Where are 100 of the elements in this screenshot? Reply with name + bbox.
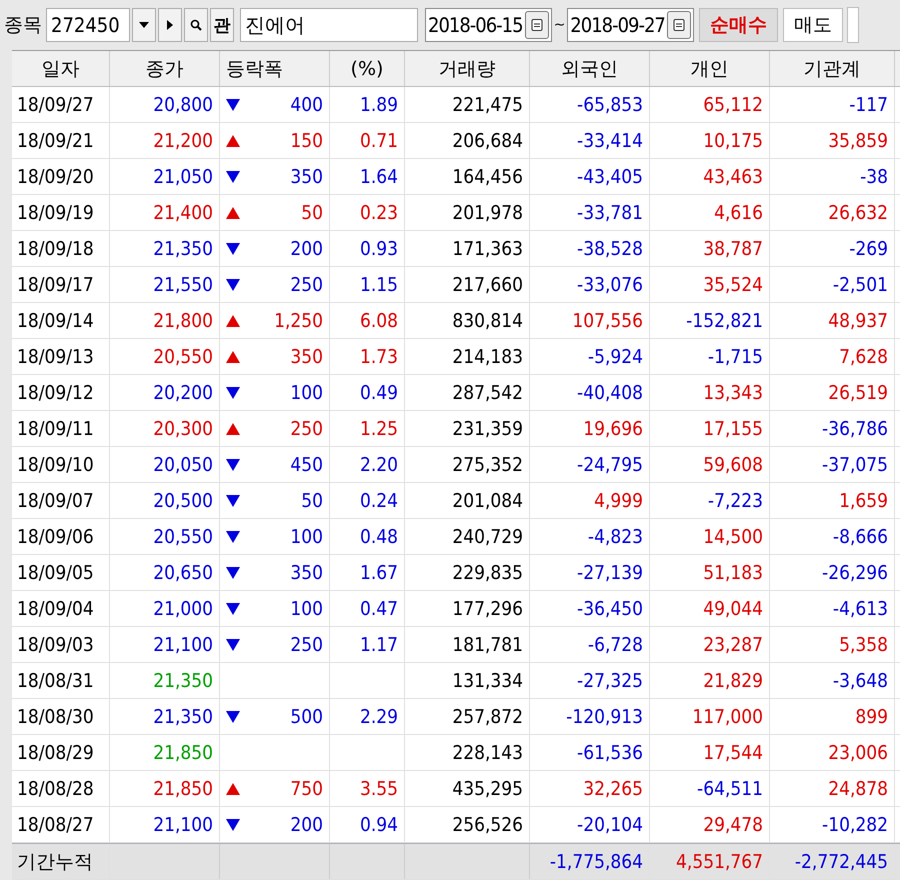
change-cell: 450 (290, 454, 323, 476)
volume-cell: 214,183 (405, 339, 530, 374)
date-cell: 18/09/20 (12, 159, 110, 194)
column-header[interactable]: 외국인 (530, 51, 650, 86)
down-triangle-icon (226, 602, 240, 614)
percent-cell: 0.94 (360, 814, 398, 836)
net-buy-cell: 48,937 (770, 303, 895, 338)
date-cell: 18/09/04 (12, 591, 110, 626)
net-buy-cell: -43,405 (530, 159, 650, 194)
column-header[interactable]: 거래량 (405, 51, 530, 86)
total-label: 기간누적 (12, 844, 110, 879)
volume-cell: 287,542 (405, 375, 530, 410)
price-cell: 20,050 (110, 447, 220, 482)
volume-cell: 275,352 (405, 447, 530, 482)
total-cell: -1,775,864 (530, 844, 650, 879)
net-buy-cell: -2,501 (770, 267, 895, 302)
percent-cell: 1.67 (360, 562, 398, 584)
price-cell: 21,100 (110, 807, 220, 842)
percent-cell: 2.29 (360, 706, 398, 728)
date-cell: 18/08/28 (12, 771, 110, 806)
column-header[interactable]: 개인 (650, 51, 770, 86)
total-cell: -2,772,445 (770, 844, 895, 879)
net-buy-cell: -117 (770, 87, 895, 122)
net-buy-cell: 23,287 (650, 627, 770, 662)
percent-cell: 1.25 (360, 418, 398, 440)
volume-cell: 131,334 (405, 663, 530, 698)
percent-cell: 0.71 (360, 130, 398, 152)
net-buy-cell: 4,999 (530, 483, 650, 518)
volume-cell: 256,526 (405, 807, 530, 842)
price-cell: 20,800 (110, 87, 220, 122)
net-buy-cell: -7,223 (650, 483, 770, 518)
volume-cell: 830,814 (405, 303, 530, 338)
change-cell: 100 (290, 382, 323, 404)
net-buy-cell: -38 (770, 159, 895, 194)
net-buy-cell: 17,155 (650, 411, 770, 446)
percent-cell: 2.20 (360, 454, 398, 476)
price-cell: 20,200 (110, 375, 220, 410)
column-header[interactable]: 종가 (110, 51, 220, 86)
down-triangle-icon (226, 566, 240, 578)
net-buy-cell: -38,528 (530, 231, 650, 266)
stock-name-field[interactable]: 진에어 (240, 8, 418, 42)
mode-tab[interactable]: 매도 (782, 8, 843, 42)
column-header[interactable]: 일자 (12, 51, 110, 86)
range-separator: ~ (554, 17, 566, 33)
net-buy-cell: -5,924 (530, 339, 650, 374)
net-buy-cell: 19,696 (530, 411, 650, 446)
price-cell: 21,050 (110, 159, 220, 194)
date-cell: 18/09/21 (12, 123, 110, 158)
net-buy-cell: 35,524 (650, 267, 770, 302)
up-triangle-icon (226, 350, 240, 362)
net-buy-cell: -61,536 (530, 735, 650, 770)
percent-cell: 1.17 (360, 634, 398, 656)
change-cell: 150 (290, 130, 323, 152)
net-buy-cell: -27,139 (530, 555, 650, 590)
column-header[interactable]: 기관계 (770, 51, 895, 86)
mode-tab[interactable]: 순매수 (698, 8, 778, 42)
down-triangle-icon (226, 818, 240, 830)
column-header[interactable]: 등락폭 (220, 51, 330, 86)
net-buy-cell: 24,878 (770, 771, 895, 806)
end-date-field[interactable]: 2018-09-27 (567, 8, 694, 42)
change-cell: 50 (301, 202, 323, 224)
date-cell: 18/08/31 (12, 663, 110, 698)
calendar-icon[interactable] (524, 11, 549, 39)
volume-cell: 217,660 (405, 267, 530, 302)
next-button[interactable] (158, 8, 182, 42)
net-buy-cell: -24,795 (530, 447, 650, 482)
percent-cell: 6.08 (360, 310, 398, 332)
date-cell: 18/09/12 (12, 375, 110, 410)
net-buy-cell: 65,112 (650, 87, 770, 122)
percent-cell: 0.23 (360, 202, 398, 224)
dropdown-button[interactable] (132, 8, 156, 42)
calendar-icon[interactable] (666, 11, 691, 39)
net-buy-cell: 13,343 (650, 375, 770, 410)
date-cell: 18/08/27 (12, 807, 110, 842)
price-cell: 21,000 (110, 591, 220, 626)
price-cell: 21,350 (110, 663, 220, 698)
net-buy-cell: 5,358 (770, 627, 895, 662)
date-cell: 18/09/03 (12, 627, 110, 662)
date-cell: 18/09/10 (12, 447, 110, 482)
net-buy-cell: 1,659 (770, 483, 895, 518)
volume-cell: 201,978 (405, 195, 530, 230)
net-buy-cell: -27,325 (530, 663, 650, 698)
stock-code-field[interactable]: 272450 (46, 8, 130, 42)
price-cell: 21,200 (110, 123, 220, 158)
date-cell: 18/09/27 (12, 87, 110, 122)
search-button[interactable] (184, 8, 208, 42)
column-header[interactable]: (%) (330, 51, 405, 86)
net-buy-cell: -36,786 (770, 411, 895, 446)
start-date-field[interactable]: 2018-06-15 (425, 8, 552, 42)
net-buy-cell: 117,000 (650, 699, 770, 734)
net-buy-cell: 51,183 (650, 555, 770, 590)
stock-label: 종목 (4, 13, 42, 38)
price-cell: 20,650 (110, 555, 220, 590)
net-buy-cell: -120,913 (530, 699, 650, 734)
related-button[interactable]: 관 (210, 8, 234, 42)
down-triangle-icon (226, 170, 240, 182)
price-cell: 21,850 (110, 735, 220, 770)
volume-cell: 228,143 (405, 735, 530, 770)
search-icon (190, 19, 202, 31)
price-cell: 21,400 (110, 195, 220, 230)
